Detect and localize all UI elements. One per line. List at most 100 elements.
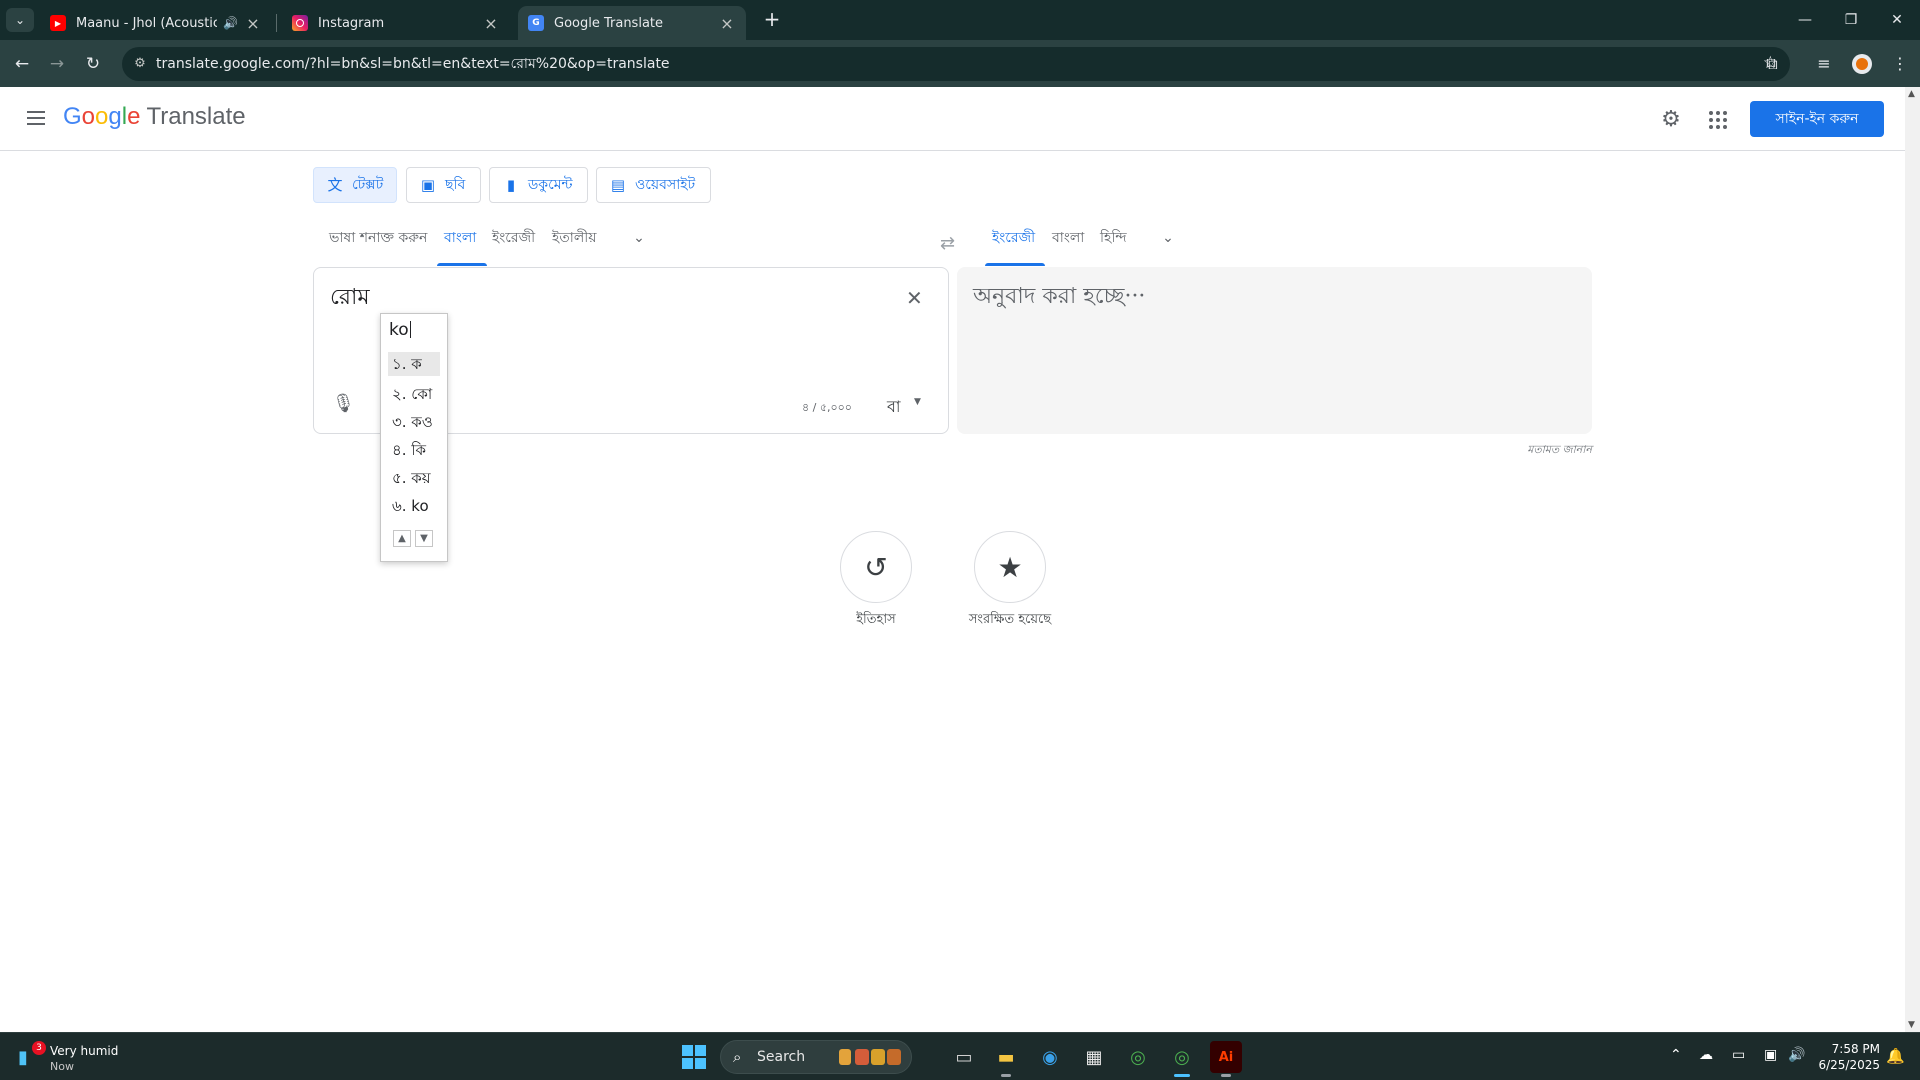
lang-tab-italian[interactable]: ইতালীয় bbox=[552, 223, 597, 253]
volume-icon[interactable]: 🔊 bbox=[1788, 1047, 1805, 1063]
forward-arrow-icon[interactable]: → bbox=[43, 50, 71, 78]
ime-candidate[interactable]: ১. ক bbox=[388, 352, 440, 376]
close-tab-icon[interactable]: × bbox=[244, 14, 262, 33]
new-tab-plus-icon[interactable]: + bbox=[758, 8, 786, 32]
lang-tab-english[interactable]: ইংরেজী bbox=[492, 223, 535, 253]
media-control-icon[interactable]: ≡ bbox=[1812, 52, 1836, 76]
ime-candidate[interactable]: ২. কো bbox=[388, 380, 440, 408]
file-explorer-icon[interactable]: ▬ bbox=[990, 1041, 1022, 1077]
logo-letter: o bbox=[95, 103, 109, 130]
mode-label: ওয়েবসাইট bbox=[635, 177, 696, 193]
ime-page-arrows: ▲ ▼ bbox=[393, 530, 433, 547]
ime-next-chevron-down-icon[interactable]: ▼ bbox=[415, 530, 433, 547]
search-highlight-icon bbox=[855, 1049, 869, 1065]
restore-icon[interactable]: ❐ bbox=[1828, 0, 1874, 40]
task-view-icon[interactable]: ▭ bbox=[948, 1041, 980, 1073]
edge-browser-icon[interactable]: ◉ bbox=[1034, 1041, 1066, 1073]
taskbar-clock[interactable]: 7:58 PM 6/25/2025 bbox=[1812, 1041, 1880, 1073]
tab-title: Google Translate bbox=[554, 15, 664, 31]
star-icon: ★ bbox=[997, 550, 1023, 584]
active-indicator bbox=[1174, 1074, 1190, 1077]
weather-badge: 3 bbox=[32, 1041, 46, 1055]
lang-tab-bengali[interactable]: বাংলা bbox=[444, 223, 476, 253]
page-scrollbar[interactable]: ▲ ▼ bbox=[1905, 87, 1920, 1032]
network-icon[interactable]: ▣ bbox=[1764, 1047, 1777, 1063]
browser-toolbar: ← → ↻ ⚙ translate.google.com/?hl=bn&sl=b… bbox=[0, 40, 1920, 87]
sign-in-button[interactable]: সাইন-ইন করুন bbox=[1750, 101, 1884, 137]
logo-product-name: Translate bbox=[146, 103, 246, 130]
history-icon: ↺ bbox=[864, 550, 888, 584]
profile-avatar[interactable] bbox=[1852, 54, 1872, 74]
extensions-icon[interactable]: ⧉ bbox=[1760, 52, 1784, 76]
chrome-menu-icon[interactable]: ⋮ bbox=[1888, 52, 1912, 76]
minimize-icon[interactable]: — bbox=[1782, 0, 1828, 40]
tab-youtube[interactable]: ▶ Maanu - Jhol (Acoustic) | Ar 🔊 × bbox=[40, 6, 272, 40]
logo-letter: g bbox=[108, 103, 122, 130]
target-lang-tab-english[interactable]: ইংরেজী bbox=[992, 223, 1035, 253]
back-arrow-icon[interactable]: ← bbox=[8, 50, 36, 78]
lang-tab-detect[interactable]: ভাষা শনাক্ত করুন bbox=[329, 223, 427, 253]
illustrator-icon[interactable]: Ai bbox=[1210, 1041, 1242, 1077]
chrome-profile-icon[interactable]: ◎ bbox=[1166, 1041, 1198, 1077]
tab-search-chevron-down-icon[interactable]: ⌄ bbox=[6, 8, 34, 32]
input-tools-caret-down-icon[interactable]: ▼ bbox=[914, 397, 921, 407]
source-more-chevron-down-icon[interactable]: ⌄ bbox=[627, 230, 651, 250]
chrome-icon[interactable]: ◎ bbox=[1122, 1041, 1154, 1073]
clear-source-close-icon[interactable]: ✕ bbox=[906, 286, 923, 310]
browser-tab-strip: ⌄ ▶ Maanu - Jhol (Acoustic) | Ar 🔊 × Ins… bbox=[0, 0, 1920, 40]
google-apps-icon[interactable] bbox=[1706, 108, 1730, 132]
mode-image-button[interactable]: ▣ ছবি bbox=[406, 167, 481, 203]
tab-instagram[interactable]: Instagram × bbox=[282, 6, 510, 40]
youtube-icon: ▶ bbox=[50, 15, 66, 31]
microphone-icon[interactable]: 🎙 bbox=[332, 393, 355, 414]
saved-button[interactable]: ★ bbox=[974, 531, 1046, 603]
target-lang-tab-hindi[interactable]: হিন্দি bbox=[1100, 223, 1127, 253]
notification-bell-icon[interactable]: 🔔 bbox=[1886, 1047, 1905, 1065]
taskbar-search[interactable]: ⌕ Search bbox=[720, 1040, 912, 1074]
website-icon: ▤ bbox=[610, 176, 626, 194]
translate-icon: 文 bbox=[327, 176, 343, 194]
source-text[interactable]: রোম bbox=[330, 280, 370, 317]
weather-title: Very humid bbox=[50, 1044, 119, 1058]
translate-icon: G bbox=[528, 15, 544, 31]
input-tools-button[interactable]: বা bbox=[887, 394, 901, 421]
speaker-icon[interactable]: 🔊 bbox=[223, 16, 238, 30]
send-feedback-link[interactable]: মতামত জানান bbox=[1420, 441, 1592, 460]
weather-widget[interactable]: ▮ 3 Very humid Now bbox=[14, 1041, 134, 1075]
scroll-up-icon[interactable]: ▲ bbox=[1908, 89, 1915, 99]
ime-candidate[interactable]: ৫. কয় bbox=[388, 464, 440, 492]
microsoft-store-icon[interactable]: ▦ bbox=[1078, 1041, 1110, 1073]
main-menu-icon[interactable] bbox=[24, 107, 48, 131]
ime-candidate[interactable]: ৪. কি bbox=[388, 436, 440, 464]
target-lang-tab-bengali[interactable]: বাংলা bbox=[1052, 223, 1084, 253]
url-text[interactable]: translate.google.com/?hl=bn&sl=bn&tl=en&… bbox=[156, 47, 670, 81]
ime-candidate[interactable]: ৩. কও bbox=[388, 408, 440, 436]
settings-gear-icon[interactable]: ⚙ bbox=[1658, 107, 1684, 133]
mode-website-button[interactable]: ▤ ওয়েবসাইট bbox=[596, 167, 711, 203]
windows-start-icon[interactable] bbox=[682, 1045, 706, 1069]
address-bar[interactable]: ⚙ translate.google.com/?hl=bn&sl=bn&tl=e… bbox=[122, 47, 1790, 81]
scroll-down-icon[interactable]: ▼ bbox=[1908, 1020, 1915, 1030]
ime-prev-chevron-up-icon[interactable]: ▲ bbox=[393, 530, 411, 547]
tray-chevron-up-icon[interactable]: ⌃ bbox=[1670, 1047, 1682, 1063]
history-label: ইতিহাস bbox=[856, 612, 896, 627]
clock-time: 7:58 PM bbox=[1831, 1042, 1880, 1056]
history-button[interactable]: ↺ bbox=[840, 531, 912, 603]
google-translate-logo[interactable]: Google Translate bbox=[63, 103, 246, 131]
tab-google-translate[interactable]: G Google Translate × bbox=[518, 6, 746, 40]
mode-document-button[interactable]: ▮ ডকুমেন্ট bbox=[489, 167, 588, 203]
ime-candidate[interactable]: ৬. ko bbox=[388, 492, 440, 520]
swap-languages-icon[interactable]: ⇄ bbox=[940, 233, 955, 254]
translation-text: অনুবাদ করা হচ্ছে··· bbox=[973, 284, 1146, 309]
mode-text-button[interactable]: 文 টেক্সট bbox=[313, 167, 397, 203]
site-info-icon[interactable]: ⚙ bbox=[130, 54, 150, 74]
close-window-icon[interactable]: ✕ bbox=[1874, 0, 1920, 40]
close-tab-icon[interactable]: × bbox=[718, 14, 736, 33]
close-tab-icon[interactable]: × bbox=[482, 14, 500, 33]
ime-composition-text: ko bbox=[389, 320, 409, 340]
document-icon: ▮ bbox=[506, 176, 516, 194]
keyboard-icon[interactable]: ▭ bbox=[1732, 1047, 1745, 1063]
onedrive-icon[interactable]: ☁ bbox=[1699, 1047, 1713, 1063]
reload-icon[interactable]: ↻ bbox=[79, 50, 107, 78]
target-more-chevron-down-icon[interactable]: ⌄ bbox=[1156, 230, 1180, 250]
